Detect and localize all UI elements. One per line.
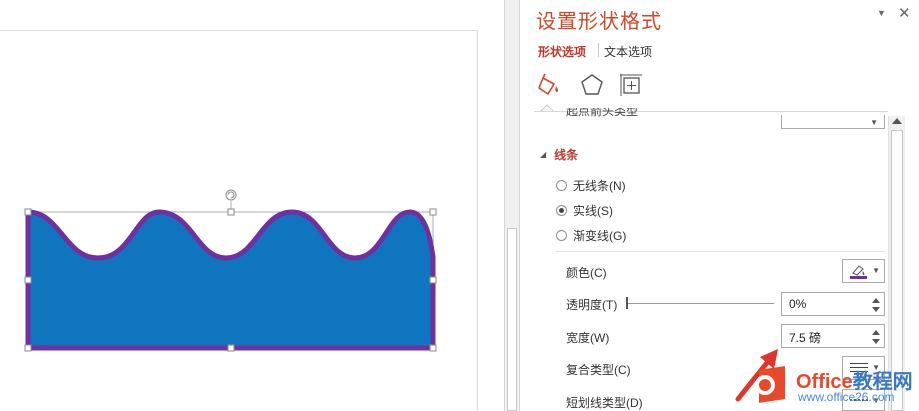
radio-button[interactable]: [556, 230, 567, 241]
radio-gradient-line[interactable]: 渐变线(G): [556, 227, 626, 244]
slider-knob[interactable]: [626, 297, 628, 309]
width-label: 宽度(W): [566, 331, 610, 345]
chevron-down-icon[interactable]: ▼: [877, 8, 886, 18]
compound-type-label: 复合类型(C): [566, 363, 631, 377]
pane-title: 设置形状格式: [536, 11, 662, 33]
watermark-url: www.office26.com: [798, 390, 895, 404]
scroll-up-icon[interactable]: [892, 118, 902, 124]
canvas-scroll-thumb[interactable]: [507, 228, 517, 411]
pen-color-icon: [850, 265, 867, 279]
divider: [556, 251, 885, 252]
wave-shape[interactable]: [25, 209, 436, 351]
transparency-value[interactable]: 0%: [789, 297, 806, 311]
effects-pentagon-icon[interactable]: [579, 72, 605, 98]
close-icon[interactable]: ✕: [898, 4, 911, 22]
begin-arrow-type-dropdown[interactable]: ▼: [781, 115, 885, 129]
size-properties-icon[interactable]: [618, 72, 644, 98]
tab-text-options[interactable]: 文本选项: [604, 43, 652, 60]
radio-solid-line-label: 实线(S): [573, 204, 613, 218]
width-value[interactable]: 7.5 磅: [789, 329, 821, 346]
spin-up-icon[interactable]: [872, 298, 880, 303]
dash-type-label: 短划线类型(D): [566, 396, 643, 410]
tab-divider: [598, 43, 599, 57]
office-logo-icon: [754, 365, 788, 405]
spin-down-icon[interactable]: [872, 307, 880, 312]
transparency-slider[interactable]: [626, 296, 774, 312]
transparency-spinbox[interactable]: 0%: [781, 292, 885, 316]
begin-arrow-type-label: 起点箭头类型: [566, 108, 639, 118]
tab-shape-options[interactable]: 形状选项: [538, 43, 586, 60]
width-spinbox[interactable]: 7.5 磅: [781, 324, 885, 348]
slide-canvas-area: [0, 0, 504, 411]
radio-no-line-label: 无线条(N): [573, 179, 626, 193]
canvas-vertical-scrollbar[interactable]: [504, 0, 520, 411]
transparency-label: 透明度(T): [566, 298, 618, 312]
radio-gradient-line-label: 渐变线(G): [573, 229, 627, 243]
fill-line-icon[interactable]: [536, 72, 562, 98]
format-shape-pane: 设置形状格式 ▼ ✕ 形状选项 文本选项 起点箭头类型 ▼ ◢ 线条 无线条(N)…: [520, 0, 919, 411]
watermark: Office教程网 www.office26.com: [754, 363, 919, 411]
radio-solid-line[interactable]: 实线(S): [556, 202, 613, 219]
spin-up-icon[interactable]: [872, 330, 880, 335]
section-line-header[interactable]: ◢ 线条: [540, 146, 578, 163]
wave-shape-layer: [24, 189, 437, 352]
spin-down-icon[interactable]: [872, 339, 880, 344]
radio-button[interactable]: [556, 180, 567, 191]
section-line-label: 线条: [554, 148, 579, 162]
collapse-triangle-icon: ◢: [540, 150, 547, 159]
radio-button-selected[interactable]: [556, 205, 567, 216]
color-label: 颜色(C): [566, 266, 607, 280]
line-color-button[interactable]: ▼: [842, 259, 885, 283]
radio-no-line[interactable]: 无线条(N): [556, 177, 626, 194]
